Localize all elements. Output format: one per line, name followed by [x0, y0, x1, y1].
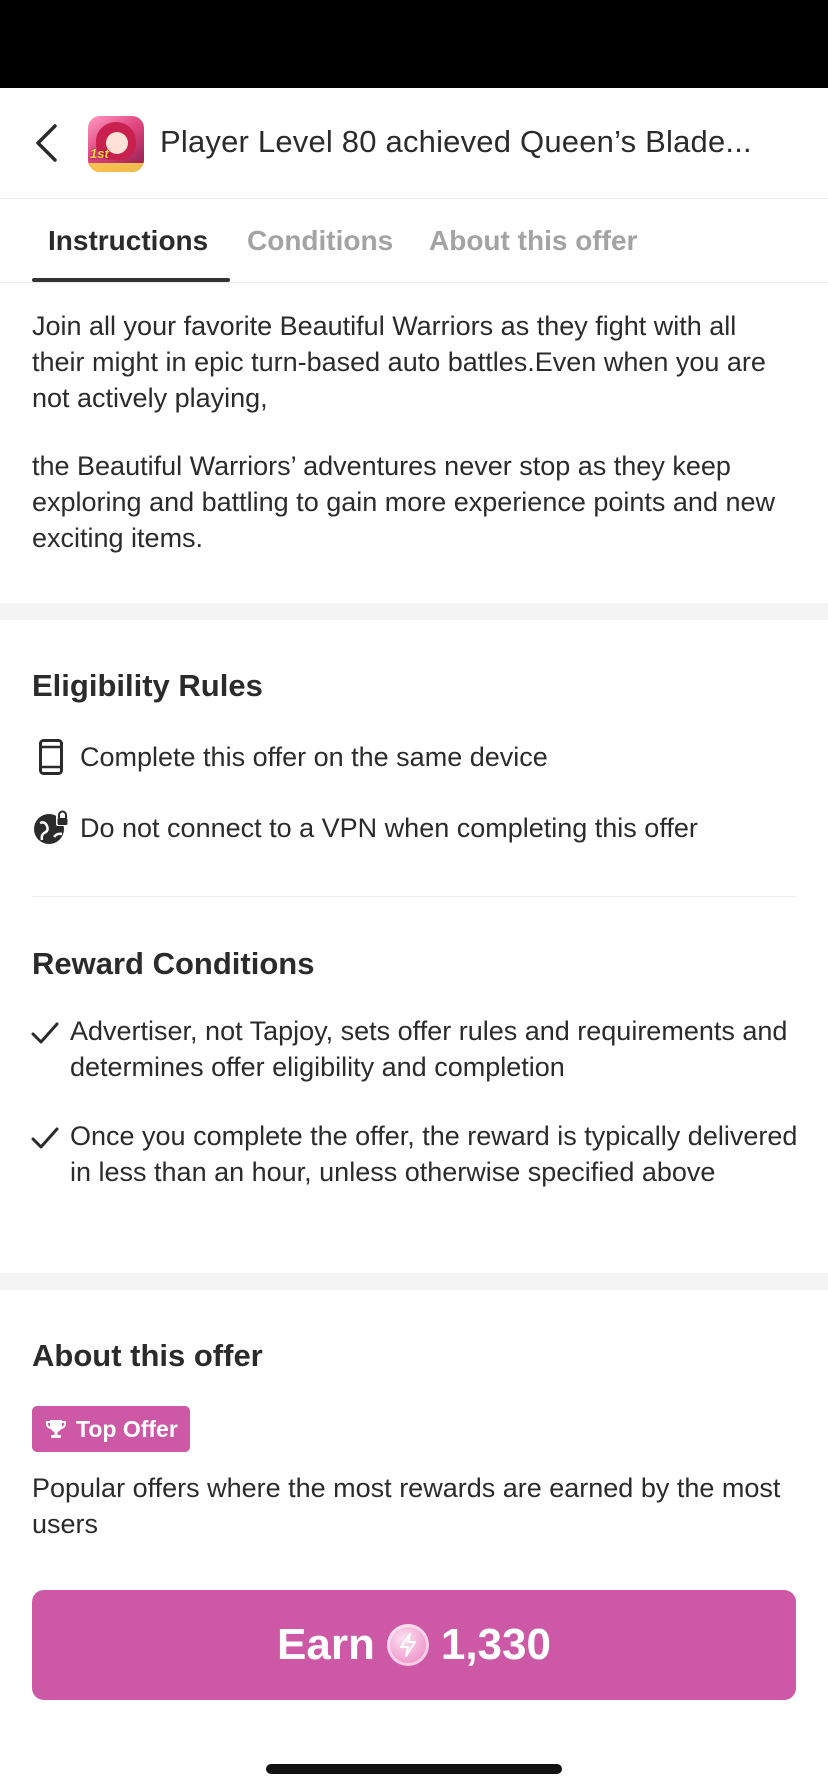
top-offer-label: Top Offer — [76, 1415, 178, 1442]
checkmark-icon — [31, 1022, 59, 1044]
tab-about-this-offer[interactable]: About this offer — [429, 225, 637, 257]
home-indicator — [266, 1764, 562, 1774]
app-icon: 1st — [88, 116, 144, 172]
about-offer-description: Popular offers where the most rewards ar… — [32, 1473, 781, 1539]
checkmark-icon — [31, 1127, 59, 1149]
eligibility-rules-title: Eligibility Rules — [32, 668, 263, 703]
divider — [32, 896, 796, 897]
earn-amount: 1,330 — [440, 1620, 551, 1669]
active-tab-indicator — [32, 278, 230, 282]
section-separator — [0, 603, 828, 620]
offer-title: Player Level 80 achieved Queen’s Blade..… — [160, 124, 752, 159]
reward-condition-text: Once you complete the offer, the reward … — [70, 1121, 798, 1187]
eligibility-rule-text: Do not connect to a VPN when completing … — [80, 812, 698, 843]
header: 1st Player Level 80 achieved Queen’s Bla… — [0, 88, 828, 199]
top-offer-badge: Top Offer — [32, 1406, 190, 1452]
globe-lock-icon — [32, 808, 70, 848]
tab-conditions[interactable]: Conditions — [247, 225, 393, 257]
section-separator — [0, 1273, 828, 1290]
tab-instructions[interactable]: Instructions — [48, 225, 208, 257]
reward-conditions-title: Reward Conditions — [32, 946, 315, 981]
instructions-paragraph-1: Join all your favorite Beautiful Warrior… — [32, 311, 766, 413]
currency-coin-icon — [386, 1624, 429, 1666]
about-offer-title: About this offer — [32, 1338, 263, 1373]
eligibility-rule-no-vpn: Do not connect to a VPN when completing … — [32, 806, 802, 850]
app-icon-badge: 1st — [90, 146, 109, 161]
reward-condition-text: Advertiser, not Tapjoy, sets offer rules… — [70, 1016, 788, 1082]
trophy-icon — [46, 1420, 66, 1438]
earn-button[interactable]: Earn 1,330 — [32, 1590, 796, 1700]
back-button[interactable] — [26, 118, 66, 168]
earn-label: Earn — [277, 1620, 375, 1669]
eligibility-rule-text: Complete this offer on the same device — [80, 741, 548, 772]
eligibility-rule-same-device: Complete this offer on the same device — [32, 735, 802, 779]
status-bar — [0, 0, 828, 88]
instructions-paragraph-2: the Beautiful Warriors’ adventures never… — [32, 451, 775, 553]
tab-bar: Instructions Conditions About this offer — [0, 199, 828, 283]
chevron-left-icon — [36, 124, 57, 162]
phone-icon — [32, 737, 70, 777]
